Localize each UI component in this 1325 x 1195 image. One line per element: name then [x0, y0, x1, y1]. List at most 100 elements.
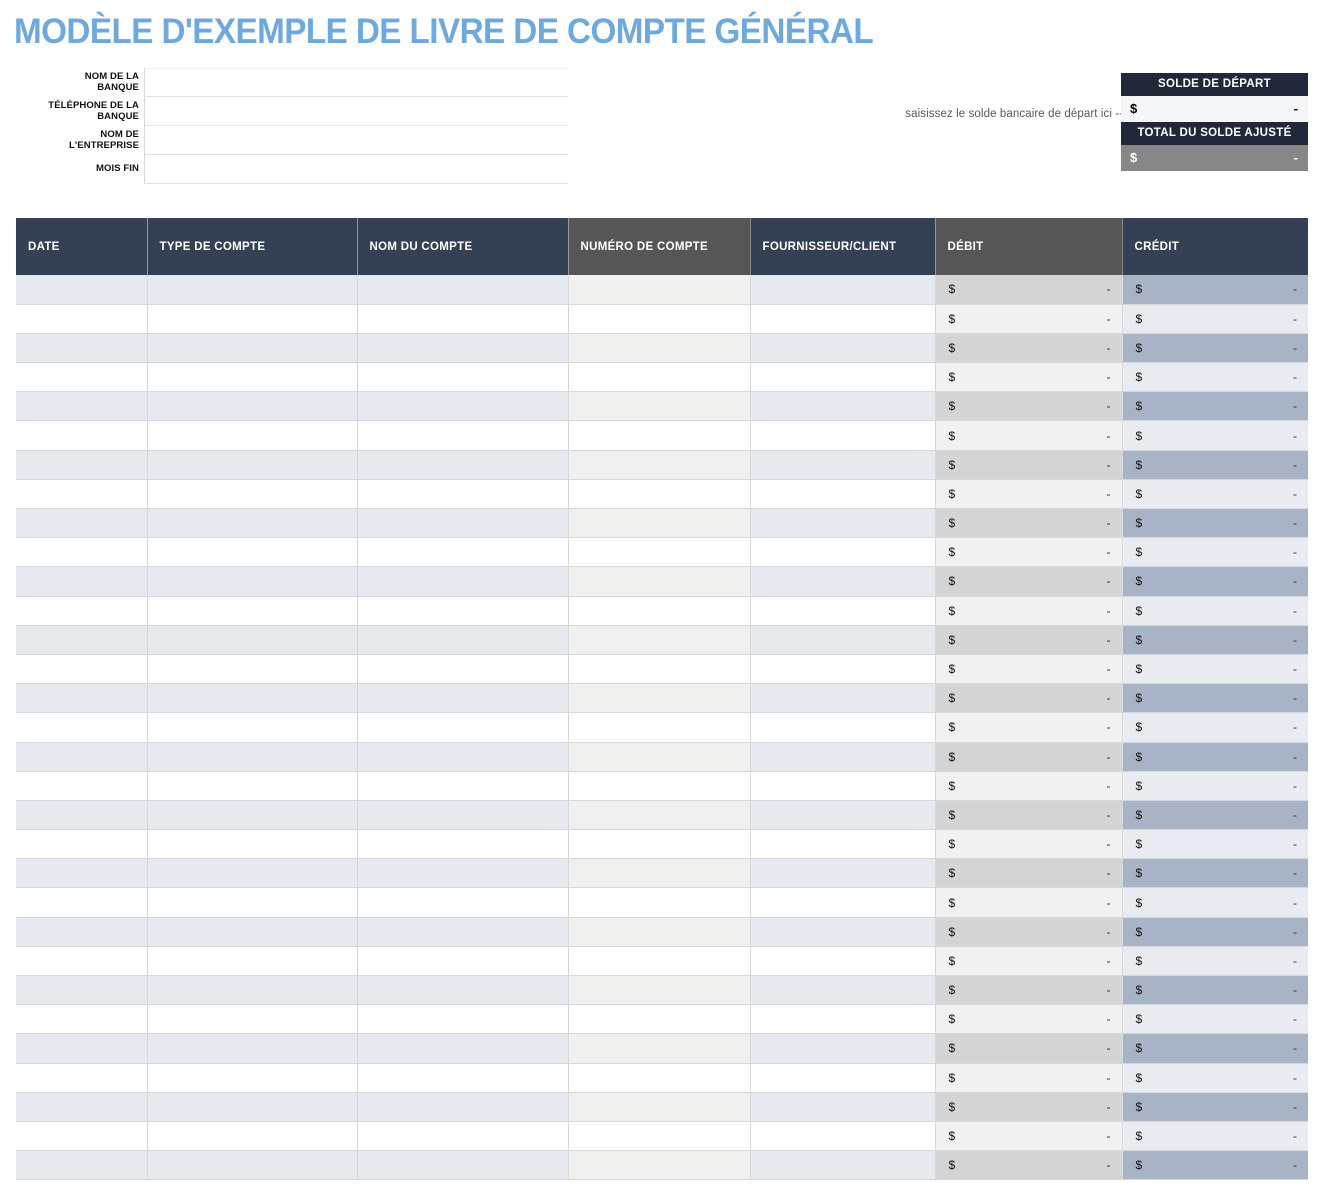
cell-account-name[interactable]: [357, 975, 569, 1006]
cell-account-name[interactable]: [357, 479, 569, 510]
cell-account-type[interactable]: [147, 625, 358, 655]
cell-account-number[interactable]: [568, 537, 751, 568]
cell-date[interactable]: [16, 917, 148, 947]
cell-account-name[interactable]: [357, 275, 569, 305]
cell-account-number[interactable]: [568, 333, 751, 364]
cell-account-name[interactable]: [357, 946, 569, 977]
cell-date[interactable]: [16, 537, 148, 568]
cell-credit[interactable]: $ -: [1122, 450, 1308, 480]
cell-credit[interactable]: $ -: [1122, 420, 1308, 451]
cell-account-name[interactable]: [357, 917, 569, 947]
cell-credit[interactable]: $ -: [1122, 625, 1308, 655]
cell-account-type[interactable]: [147, 333, 358, 364]
cell-account-number[interactable]: [568, 1063, 751, 1093]
cell-credit[interactable]: $ -: [1122, 362, 1308, 393]
cell-vendor-customer[interactable]: [750, 712, 936, 743]
cell-date[interactable]: [16, 304, 148, 334]
column-header[interactable]: DÉBIT: [935, 218, 1123, 275]
cell-account-number[interactable]: [568, 683, 751, 714]
cell-account-name[interactable]: [357, 771, 569, 801]
cell-debit[interactable]: $ -: [935, 1004, 1123, 1035]
cell-account-number[interactable]: [568, 362, 751, 393]
cell-credit[interactable]: $ -: [1122, 391, 1308, 422]
cell-vendor-customer[interactable]: [750, 450, 936, 480]
cell-vendor-customer[interactable]: [750, 887, 936, 918]
cell-account-name[interactable]: [357, 712, 569, 743]
cell-debit[interactable]: $ -: [935, 1033, 1123, 1064]
cell-account-name[interactable]: [357, 887, 569, 918]
cell-date[interactable]: [16, 362, 148, 393]
cell-vendor-customer[interactable]: [750, 1033, 936, 1064]
cell-account-name[interactable]: [357, 858, 569, 889]
cell-date[interactable]: [16, 975, 148, 1006]
cell-account-type[interactable]: [147, 596, 358, 626]
cell-debit[interactable]: $ -: [935, 508, 1123, 539]
cell-account-number[interactable]: [568, 858, 751, 889]
cell-account-type[interactable]: [147, 917, 358, 947]
cell-account-name[interactable]: [357, 1092, 569, 1122]
cell-date[interactable]: [16, 1033, 148, 1064]
cell-vendor-customer[interactable]: [750, 917, 936, 947]
cell-credit[interactable]: $ -: [1122, 858, 1308, 889]
cell-vendor-customer[interactable]: [750, 479, 936, 510]
cell-account-type[interactable]: [147, 479, 358, 510]
cell-account-name[interactable]: [357, 333, 569, 364]
cell-account-type[interactable]: [147, 1004, 358, 1035]
cell-credit[interactable]: $ -: [1122, 304, 1308, 334]
cell-account-type[interactable]: [147, 537, 358, 568]
cell-account-number[interactable]: [568, 1004, 751, 1035]
cell-vendor-customer[interactable]: [750, 1092, 936, 1122]
cell-account-number[interactable]: [568, 479, 751, 510]
cell-date[interactable]: [16, 566, 148, 597]
cell-account-number[interactable]: [568, 566, 751, 597]
cell-account-name[interactable]: [357, 1033, 569, 1064]
cell-vendor-customer[interactable]: [750, 829, 936, 860]
cell-debit[interactable]: $ -: [935, 654, 1123, 685]
cell-account-type[interactable]: [147, 1121, 358, 1152]
cell-debit[interactable]: $ -: [935, 479, 1123, 510]
cell-credit[interactable]: $ -: [1122, 654, 1308, 685]
cell-vendor-customer[interactable]: [750, 566, 936, 597]
cell-debit[interactable]: $ -: [935, 1121, 1123, 1152]
cell-credit[interactable]: $ -: [1122, 829, 1308, 860]
cell-date[interactable]: [16, 1150, 148, 1181]
cell-account-number[interactable]: [568, 275, 751, 305]
cell-credit[interactable]: $ -: [1122, 800, 1308, 831]
cell-credit[interactable]: $ -: [1122, 1004, 1308, 1035]
cell-account-name[interactable]: [357, 683, 569, 714]
starting-balance-value-cell[interactable]: $ -: [1121, 96, 1308, 122]
cell-credit[interactable]: $ -: [1122, 566, 1308, 597]
cell-date[interactable]: [16, 1004, 148, 1035]
cell-account-type[interactable]: [147, 1092, 358, 1122]
cell-debit[interactable]: $ -: [935, 829, 1123, 860]
cell-vendor-customer[interactable]: [750, 800, 936, 831]
cell-account-type[interactable]: [147, 304, 358, 334]
cell-credit[interactable]: $ -: [1122, 1063, 1308, 1093]
cell-account-name[interactable]: [357, 450, 569, 480]
cell-account-number[interactable]: [568, 946, 751, 977]
form-field-input[interactable]: [144, 126, 568, 155]
cell-date[interactable]: [16, 771, 148, 801]
cell-account-type[interactable]: [147, 712, 358, 743]
cell-account-name[interactable]: [357, 596, 569, 626]
cell-date[interactable]: [16, 333, 148, 364]
cell-date[interactable]: [16, 625, 148, 655]
cell-credit[interactable]: $ -: [1122, 333, 1308, 364]
cell-vendor-customer[interactable]: [750, 625, 936, 655]
cell-debit[interactable]: $ -: [935, 625, 1123, 655]
cell-account-name[interactable]: [357, 1150, 569, 1181]
cell-account-number[interactable]: [568, 975, 751, 1006]
cell-vendor-customer[interactable]: [750, 391, 936, 422]
cell-date[interactable]: [16, 858, 148, 889]
cell-account-type[interactable]: [147, 771, 358, 801]
cell-credit[interactable]: $ -: [1122, 1033, 1308, 1064]
cell-debit[interactable]: $ -: [935, 742, 1123, 772]
cell-vendor-customer[interactable]: [750, 275, 936, 305]
cell-account-name[interactable]: [357, 1121, 569, 1152]
cell-account-number[interactable]: [568, 887, 751, 918]
cell-date[interactable]: [16, 420, 148, 451]
cell-vendor-customer[interactable]: [750, 304, 936, 334]
cell-vendor-customer[interactable]: [750, 858, 936, 889]
cell-account-number[interactable]: [568, 1033, 751, 1064]
cell-account-type[interactable]: [147, 742, 358, 772]
